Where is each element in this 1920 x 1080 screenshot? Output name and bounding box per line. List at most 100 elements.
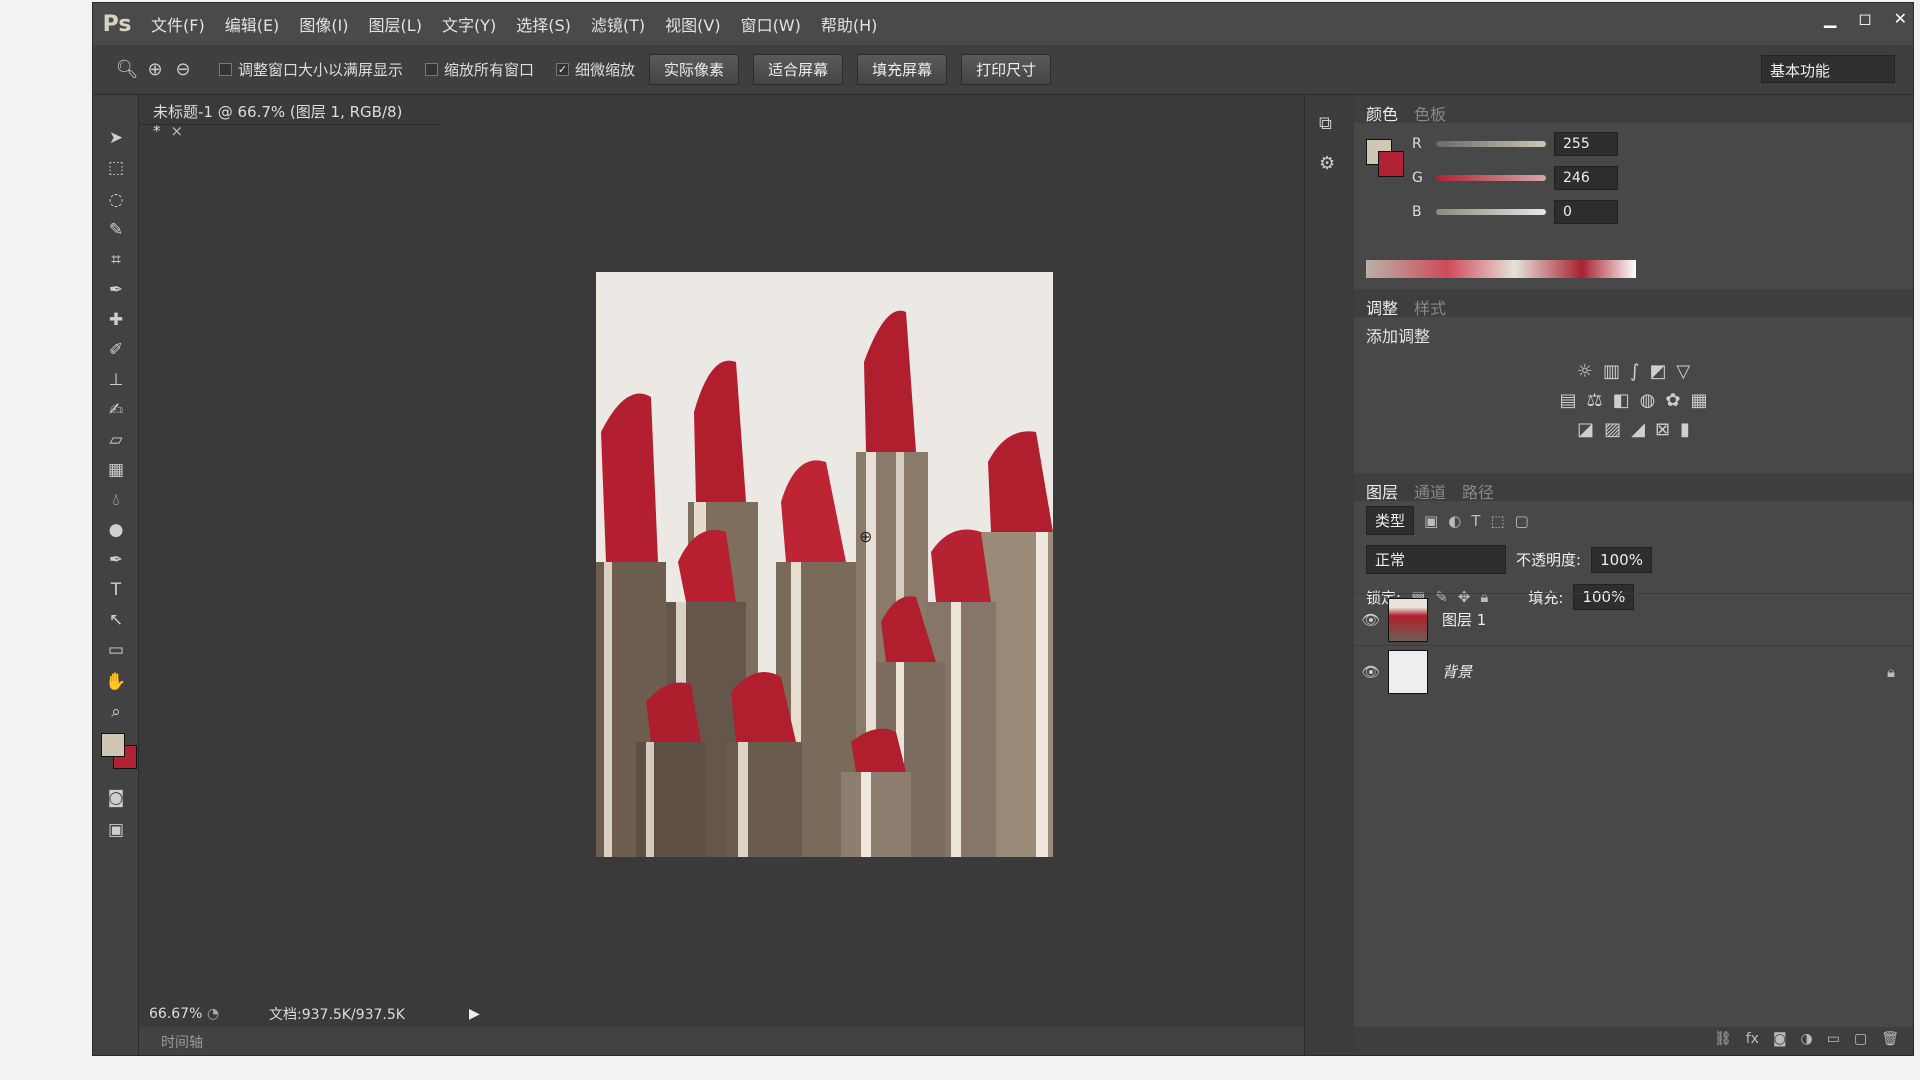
brush-tool-icon[interactable]: ✐ <box>103 337 129 363</box>
eye-icon[interactable]: 👁︎ <box>1354 663 1388 681</box>
tab-styles[interactable]: 样式 <box>1414 295 1446 318</box>
shape-tool-icon[interactable]: ▭ <box>103 637 129 663</box>
blur-tool-icon[interactable]: 💧︎ <box>103 487 129 513</box>
link-layers-icon[interactable]: ⛓ <box>1714 1031 1732 1051</box>
filter-type-icon[interactable]: T <box>1471 512 1480 530</box>
tab-close-icon[interactable]: × <box>171 122 184 140</box>
filter-adjustment-icon[interactable]: ◐ <box>1448 512 1461 530</box>
color-background-swatch[interactable] <box>1378 151 1404 177</box>
filter-shape-icon[interactable]: ⬚ <box>1490 512 1504 530</box>
posterize-icon[interactable]: ▨ <box>1604 419 1621 440</box>
hue-saturation-icon[interactable]: ▤ <box>1560 390 1577 411</box>
menu-window[interactable]: 窗口(W) <box>731 12 811 36</box>
layer-row[interactable]: 👁︎ 图层 1 <box>1354 593 1913 645</box>
close-button[interactable]: ✕ <box>1894 9 1907 28</box>
levels-icon[interactable]: ▥ <box>1603 361 1620 382</box>
zoom-tool-icon[interactable]: 🔍︎ <box>113 59 141 80</box>
history-brush-tool-icon[interactable]: ✍ <box>103 397 129 423</box>
eye-icon[interactable]: 👁︎ <box>1354 611 1388 629</box>
g-value-input[interactable]: 246 <box>1554 166 1618 190</box>
workspace-select[interactable]: 基本功能 <box>1761 55 1895 83</box>
pen-tool-icon[interactable]: ✒ <box>103 547 129 573</box>
type-tool-icon[interactable]: T <box>103 577 129 603</box>
document-tab[interactable]: 未标题-1 @ 66.7% (图层 1, RGB/8) * × <box>139 95 439 140</box>
r-value-input[interactable]: 255 <box>1554 132 1618 156</box>
hand-tool-icon[interactable]: ✋ <box>103 669 129 695</box>
menu-help[interactable]: 帮助(H) <box>811 12 888 36</box>
gradient-map-icon[interactable]: ▮ <box>1680 419 1690 440</box>
resize-windows-checkbox[interactable]: 调整窗口大小以满屏显示 <box>219 59 403 80</box>
menu-type[interactable]: 文字(Y) <box>432 12 506 36</box>
selective-color-icon[interactable]: ⊠ <box>1655 419 1670 440</box>
menu-image[interactable]: 图像(I) <box>289 12 358 36</box>
dodge-tool-icon[interactable]: ● <box>103 517 129 543</box>
screen-mode-icon[interactable]: ▣ <box>103 817 129 843</box>
channel-mixer-icon[interactable]: ✿ <box>1665 390 1680 411</box>
menu-edit[interactable]: 编辑(E) <box>215 12 290 36</box>
new-adjustment-icon[interactable]: ◑ <box>1801 1031 1813 1051</box>
actual-pixels-button[interactable]: 实际像素 <box>649 54 740 85</box>
curves-icon[interactable]: ∫ <box>1630 361 1639 382</box>
foreground-color-swatch[interactable] <box>101 733 125 757</box>
menu-filter[interactable]: 滤镜(T) <box>581 12 655 36</box>
layer-filter-select[interactable]: 类型 <box>1366 506 1415 535</box>
color-spectrum[interactable] <box>1366 260 1636 278</box>
move-tool-icon[interactable]: ➤ <box>103 125 129 151</box>
fit-screen-button[interactable]: 适合屏幕 <box>753 54 844 85</box>
marquee-tool-icon[interactable]: ⬚ <box>103 155 129 181</box>
path-select-tool-icon[interactable]: ↖ <box>103 607 129 633</box>
menu-file[interactable]: 文件(F) <box>141 12 215 36</box>
crop-tool-icon[interactable]: ⌗ <box>103 247 129 273</box>
exposure-icon[interactable]: ◩ <box>1649 361 1666 382</box>
color-lookup-icon[interactable]: ▦ <box>1690 390 1707 411</box>
new-layer-icon[interactable]: ▢ <box>1854 1031 1867 1051</box>
zoom-all-checkbox[interactable]: 缩放所有窗口 <box>425 59 534 80</box>
timeline-bar[interactable]: 时间轴 <box>139 1027 1304 1055</box>
eraser-tool-icon[interactable]: ▱ <box>103 427 129 453</box>
tab-swatches[interactable]: 色板 <box>1414 101 1446 124</box>
threshold-icon[interactable]: ◢ <box>1631 419 1645 440</box>
quick-select-tool-icon[interactable]: ✎ <box>103 217 129 243</box>
minimize-button[interactable]: ▁ <box>1824 9 1836 28</box>
zoom-in-icon[interactable]: ⊕ <box>141 59 169 80</box>
tab-layers[interactable]: 图层 <box>1366 479 1398 502</box>
zoom-tool-icon[interactable]: ⌕ <box>103 699 129 725</box>
quick-mask-icon[interactable]: ◙ <box>103 785 129 811</box>
tab-adjustments[interactable]: 调整 <box>1366 295 1398 318</box>
layer-row[interactable]: 👁︎ 背景 🔒︎ <box>1354 645 1913 697</box>
add-mask-icon[interactable]: ◙ <box>1773 1031 1787 1051</box>
layer-style-icon[interactable]: fx <box>1746 1031 1759 1051</box>
filter-smart-icon[interactable]: ▢ <box>1515 512 1529 530</box>
healing-tool-icon[interactable]: ✚ <box>103 307 129 333</box>
restore-button[interactable]: ◻ <box>1858 9 1871 28</box>
brightness-icon[interactable]: ☼ <box>1577 361 1593 382</box>
document-canvas[interactable]: ⊕ <box>596 272 1053 857</box>
new-group-icon[interactable]: ▭ <box>1827 1031 1840 1051</box>
black-white-icon[interactable]: ◧ <box>1613 390 1630 411</box>
properties-panel-icon[interactable]: ⚙ <box>1319 153 1335 174</box>
history-panel-icon[interactable]: ⧉ <box>1319 113 1332 134</box>
gradient-tool-icon[interactable]: ▦ <box>103 457 129 483</box>
tab-color[interactable]: 颜色 <box>1366 101 1398 124</box>
g-slider[interactable] <box>1436 175 1546 181</box>
color-balance-icon[interactable]: ⚖ <box>1587 390 1603 411</box>
photo-filter-icon[interactable]: ◍ <box>1640 390 1656 411</box>
print-size-button[interactable]: 打印尺寸 <box>961 54 1052 85</box>
menu-layer[interactable]: 图层(L) <box>359 12 432 36</box>
tab-paths[interactable]: 路径 <box>1462 479 1494 502</box>
filter-pixel-icon[interactable]: ▣ <box>1424 512 1438 530</box>
delete-layer-icon[interactable]: 🗑︎ <box>1881 1031 1899 1051</box>
zoom-out-icon[interactable]: ⊖ <box>169 59 197 80</box>
eyedropper-tool-icon[interactable]: ✒ <box>103 277 129 303</box>
blend-mode-select[interactable]: 正常 <box>1366 545 1506 574</box>
vibrance-icon[interactable]: ▽ <box>1676 361 1690 382</box>
b-value-input[interactable]: 0 <box>1554 200 1618 224</box>
tab-channels[interactable]: 通道 <box>1414 479 1446 502</box>
scrubby-zoom-checkbox[interactable]: ✓ 细微缩放 <box>556 59 635 80</box>
status-menu-arrow-icon[interactable]: ▶ <box>469 1006 480 1022</box>
opacity-input[interactable]: 100% <box>1591 546 1652 573</box>
r-slider[interactable] <box>1436 141 1546 147</box>
menu-select[interactable]: 选择(S) <box>506 12 581 36</box>
stamp-tool-icon[interactable]: ⊥ <box>103 367 129 393</box>
invert-icon[interactable]: ◪ <box>1577 419 1594 440</box>
